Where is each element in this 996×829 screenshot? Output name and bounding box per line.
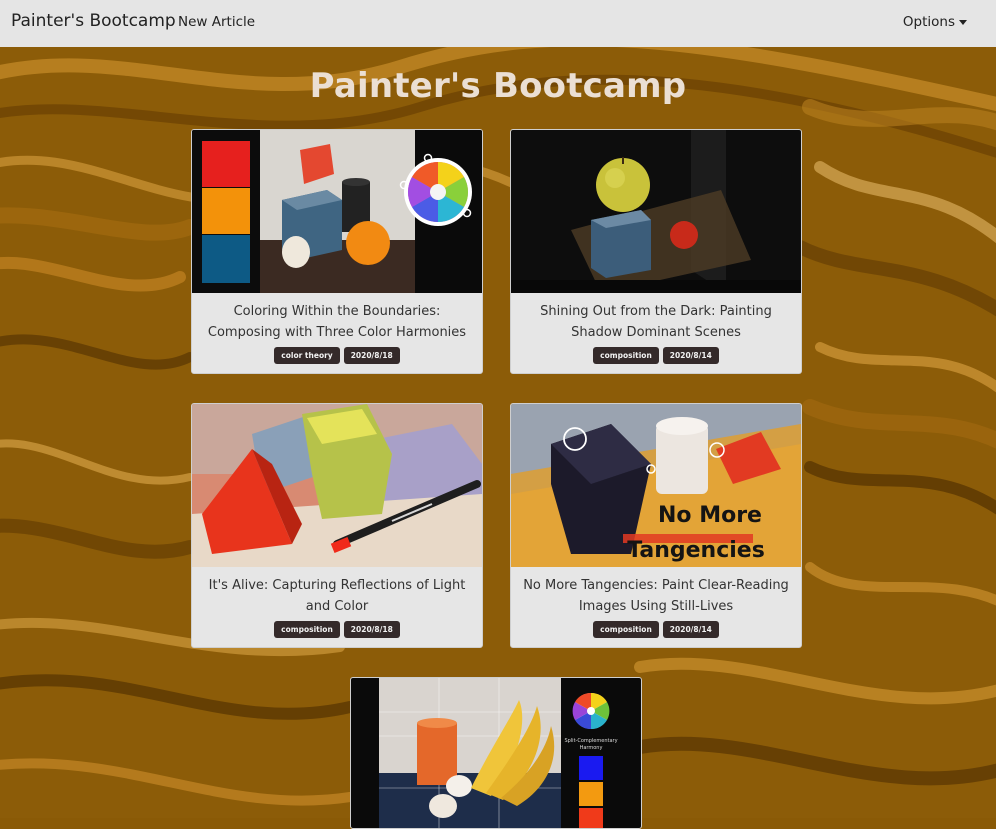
article-thumbnail: No More Tangencies [511, 404, 801, 567]
options-label: Options [902, 14, 955, 30]
new-article-link[interactable]: New Article [178, 14, 255, 30]
tag-badge[interactable]: color theory [274, 347, 340, 364]
date-badge: 2020/8/14 [662, 347, 719, 364]
thumbnail-caption: Harmony [580, 745, 603, 751]
badge-group: color theory 2020/8/18 [202, 347, 472, 373]
article-title[interactable]: It's Alive: Capturing Reflections of Lig… [202, 575, 472, 617]
page-title: Painter's Bootcamp [309, 66, 687, 106]
article-thumbnail [192, 130, 482, 293]
thumbnail-caption: Split-Complementary [564, 738, 617, 744]
navbar: Painter's Bootcamp New Article Options [0, 0, 996, 47]
card-body: No More Tangencies: Paint Clear-Reading … [511, 567, 801, 647]
article-card[interactable]: Coloring Within the Boundaries: Composin… [191, 129, 483, 374]
caret-down-icon [959, 19, 967, 25]
article-card[interactable]: It's Alive: Capturing Reflections of Lig… [191, 403, 483, 648]
card-body: It's Alive: Capturing Reflections of Lig… [192, 567, 482, 647]
date-badge: 2020/8/18 [343, 621, 400, 638]
article-title[interactable]: No More Tangencies: Paint Clear-Reading … [521, 575, 791, 617]
article-thumbnail: Split-Complementary Harmony [351, 678, 641, 828]
tag-badge[interactable]: composition [274, 621, 340, 638]
article-card[interactable]: No More Tangencies No More Tangencies: P… [510, 403, 802, 648]
article-card[interactable]: Shining Out from the Dark: Painting Shad… [510, 129, 802, 374]
article-title[interactable]: Shining Out from the Dark: Painting Shad… [521, 301, 791, 343]
tag-badge[interactable]: composition [593, 347, 659, 364]
thumbnail-caption: Tangencies [627, 538, 765, 563]
article-card[interactable]: Split-Complementary Harmony [350, 677, 642, 829]
badge-group: composition 2020/8/14 [521, 621, 791, 647]
date-badge: 2020/8/18 [343, 347, 400, 364]
thumbnail-caption: No More [658, 503, 762, 528]
article-title[interactable]: Coloring Within the Boundaries: Composin… [202, 301, 472, 343]
card-body: Shining Out from the Dark: Painting Shad… [511, 293, 801, 373]
article-thumbnail [511, 130, 801, 293]
date-badge: 2020/8/14 [662, 621, 719, 638]
badge-group: composition 2020/8/14 [521, 347, 791, 373]
article-thumbnail [192, 404, 482, 567]
options-dropdown[interactable]: Options [903, 14, 967, 30]
brand-link[interactable]: Painter's Bootcamp [11, 11, 176, 31]
card-body: Coloring Within the Boundaries: Composin… [192, 293, 482, 373]
badge-group: composition 2020/8/18 [202, 621, 472, 647]
tag-badge[interactable]: composition [593, 621, 659, 638]
